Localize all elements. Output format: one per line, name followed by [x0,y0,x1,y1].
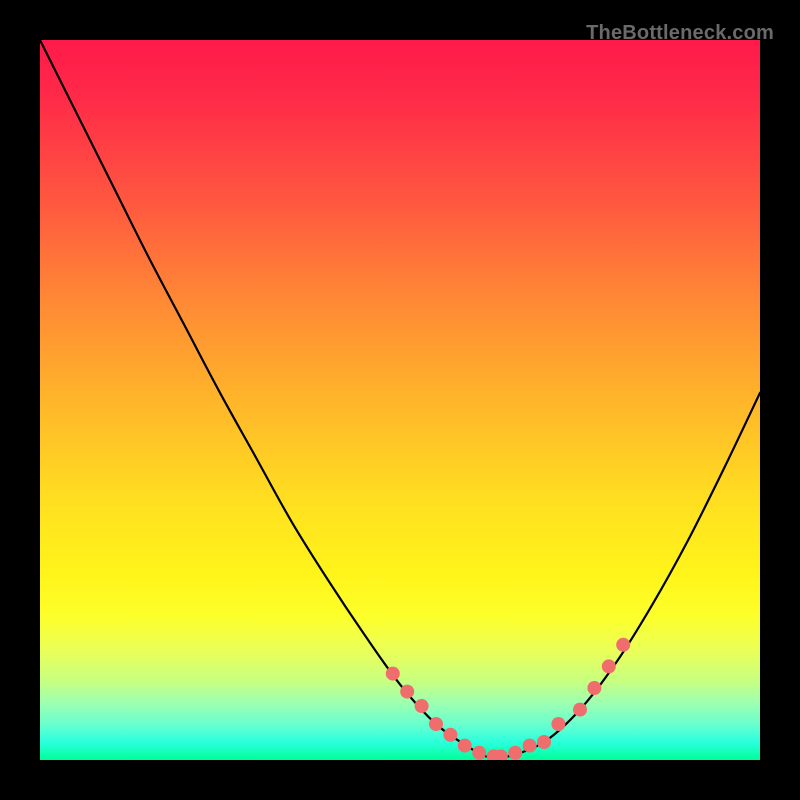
threshold-dot [508,746,522,760]
threshold-dot [537,735,551,749]
threshold-dot [551,717,565,731]
threshold-dot [602,659,616,673]
threshold-dot [523,739,537,753]
threshold-dot [458,739,472,753]
threshold-dot [573,703,587,717]
threshold-dot [429,717,443,731]
chart-frame: TheBottleneck.com [18,18,782,782]
bottleneck-curve [40,40,760,758]
threshold-dot [443,728,457,742]
threshold-dot [400,685,414,699]
threshold-dot [587,681,601,695]
threshold-dot [472,746,486,760]
threshold-dots [386,638,630,760]
threshold-dot [386,667,400,681]
threshold-dot [616,638,630,652]
threshold-dot [415,699,429,713]
watermark-text: TheBottleneck.com [586,22,774,45]
plot-area [40,40,760,760]
curve-svg [40,40,760,760]
